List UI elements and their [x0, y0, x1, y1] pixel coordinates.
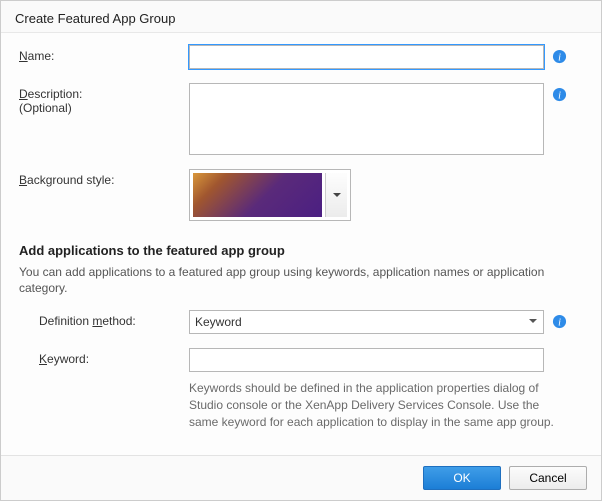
section-description: You can add applications to a featured a…: [19, 264, 583, 296]
section-title: Add applications to the featured app gro…: [19, 243, 583, 258]
definition-method-label: Definition method:: [19, 310, 189, 328]
keyword-label: Keyword:: [19, 348, 189, 366]
row-name: Name: i: [19, 45, 583, 69]
row-background: Background style:: [19, 169, 583, 221]
row-keyword: Keyword:: [19, 348, 583, 372]
ok-button[interactable]: OK: [423, 466, 501, 490]
name-label: Name:: [19, 45, 189, 63]
svg-text:i: i: [558, 90, 561, 101]
dialog: Create Featured App Group Name: i Descri…: [0, 0, 602, 501]
keyword-input[interactable]: [189, 348, 544, 372]
keyword-helper-text: Keywords should be defined in the applic…: [189, 380, 554, 430]
definition-method-select[interactable]: Keyword: [189, 310, 544, 334]
chevron-down-icon: [333, 193, 341, 197]
row-description: Description: (Optional) i: [19, 83, 583, 155]
cancel-button[interactable]: Cancel: [509, 466, 587, 490]
dialog-footer: OK Cancel: [1, 455, 601, 500]
info-icon[interactable]: i: [552, 87, 567, 102]
description-label: Description: (Optional): [19, 83, 189, 115]
dialog-title: Create Featured App Group: [1, 1, 601, 32]
row-definition-method: Definition method: Keyword i: [19, 310, 583, 334]
background-swatch: [193, 173, 322, 217]
description-input[interactable]: [189, 83, 544, 155]
info-icon[interactable]: i: [552, 49, 567, 64]
background-label: Background style:: [19, 169, 189, 187]
svg-text:i: i: [558, 52, 561, 63]
info-icon[interactable]: i: [552, 314, 567, 329]
background-style-picker[interactable]: [189, 169, 351, 221]
dialog-body: Name: i Description: (Optional) i: [1, 33, 601, 455]
name-input[interactable]: [189, 45, 544, 69]
svg-text:i: i: [558, 318, 561, 329]
background-dropdown-button[interactable]: [325, 173, 347, 217]
